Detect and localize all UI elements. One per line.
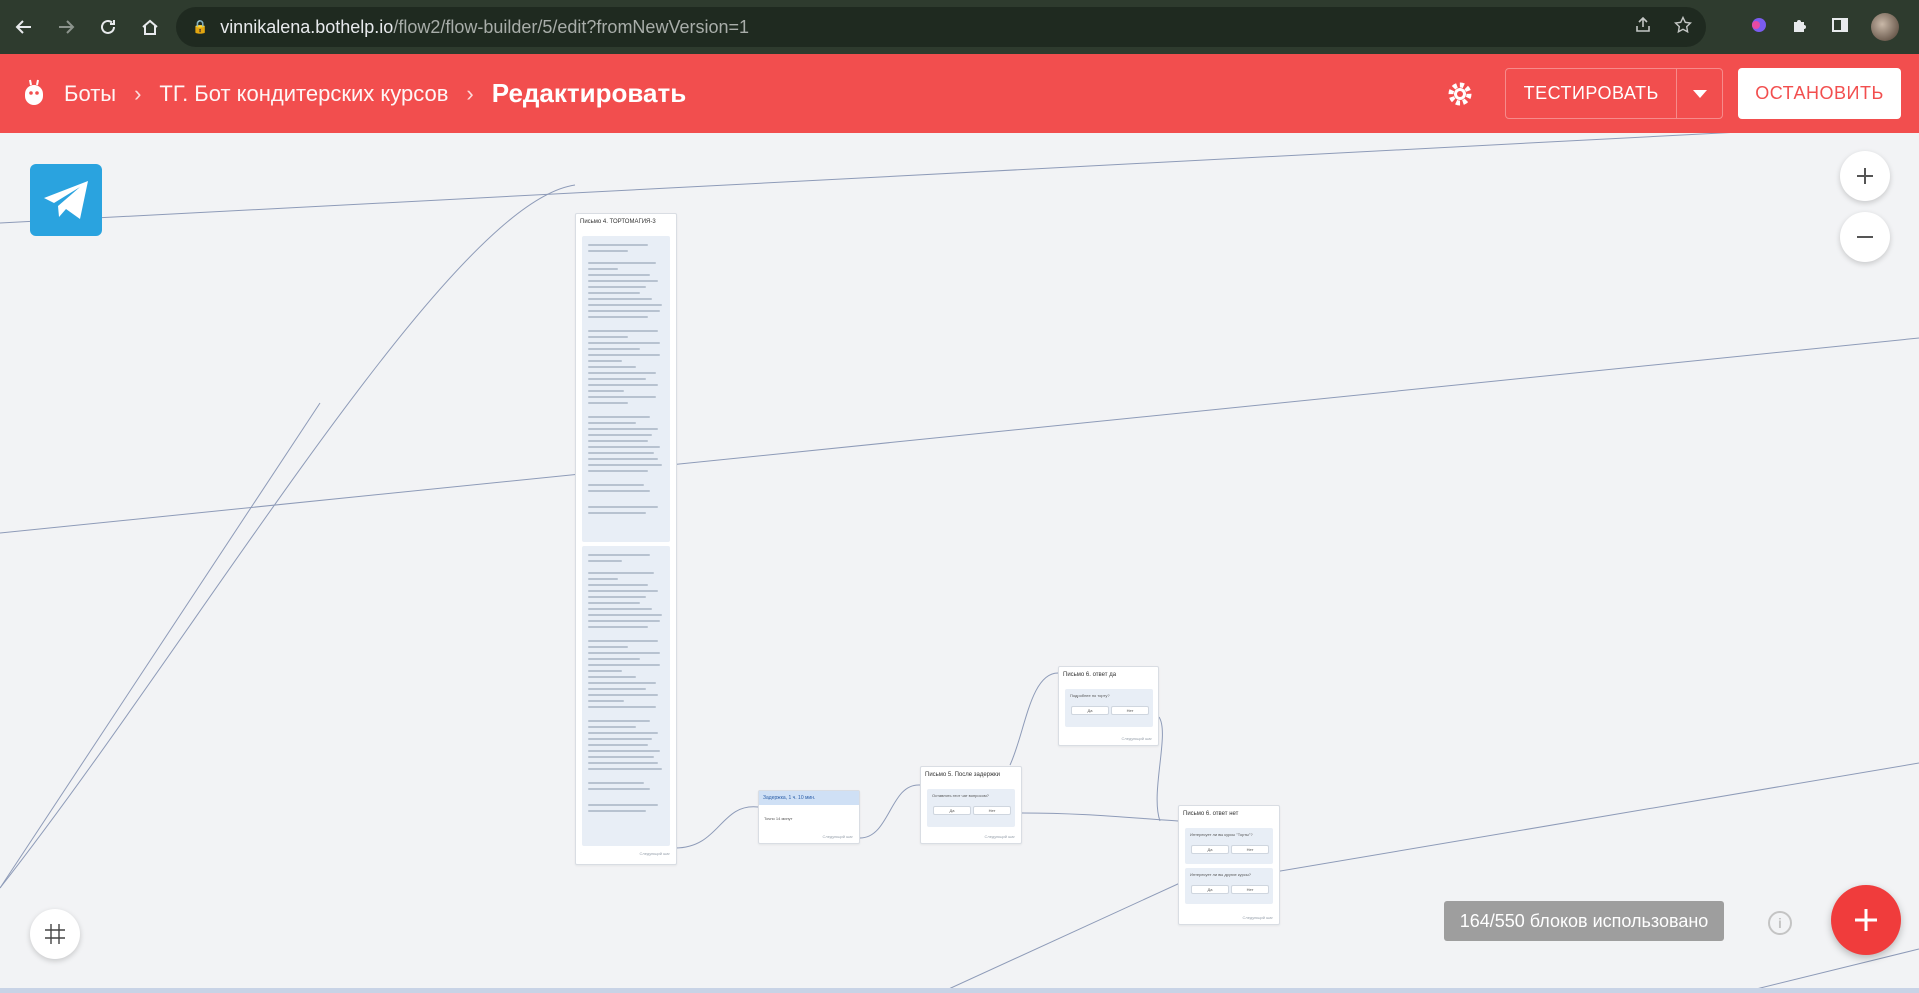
home-icon[interactable] — [132, 9, 168, 45]
no-button[interactable]: Нет — [1231, 885, 1269, 894]
horizontal-scrollbar[interactable] — [0, 988, 1919, 993]
question-text: Интересует ли вы курсы "Торты"? — [1190, 832, 1253, 837]
minus-icon — [1857, 236, 1873, 238]
blocks-usage-badge: 164/550 блоков использовано — [1444, 901, 1724, 941]
flow-node-letter-6-no[interactable]: Письмо 6. ответ нет Интересует ли вы кур… — [1178, 805, 1280, 925]
yes-button[interactable]: Да — [1071, 706, 1109, 715]
address-bar[interactable]: 🔒 vinnikalena.bothelp.io/flow2/flow-buil… — [176, 7, 1706, 47]
stop-button[interactable]: ОСТАНОВИТЬ — [1738, 68, 1901, 119]
message-block — [582, 236, 670, 542]
extension-icon[interactable] — [1749, 15, 1769, 40]
plus-icon — [1855, 909, 1877, 931]
node-title: Письмо 4. ТОРТОМАГИЯ-3 — [580, 219, 656, 225]
no-button[interactable]: Нет — [973, 806, 1011, 815]
url-host: vinnikalena.bothelp.io — [220, 16, 394, 37]
node-next-step[interactable]: Следующий шаг — [823, 834, 853, 839]
lock-icon: 🔒 — [192, 19, 209, 34]
plus-icon — [1857, 168, 1873, 184]
bot-icon[interactable] — [22, 78, 46, 108]
info-icon[interactable]: i — [1768, 911, 1792, 935]
chevron-down-icon[interactable] — [1676, 69, 1722, 118]
delay-body: Точно 14 минут — [764, 816, 793, 821]
question-text: Интересует ли вы другие курсы? — [1190, 872, 1251, 877]
crumb-bots[interactable]: Боты — [64, 81, 116, 107]
telegram-icon[interactable] — [30, 164, 102, 236]
profile-avatar[interactable] — [1871, 13, 1899, 41]
zoom-in-button[interactable] — [1840, 151, 1890, 201]
puzzle-icon[interactable] — [1791, 16, 1809, 39]
node-title: Письмо 5. После задержки — [925, 772, 1000, 778]
message-block — [582, 546, 670, 846]
star-icon[interactable] — [1673, 15, 1693, 39]
no-button[interactable]: Нет — [1111, 706, 1149, 715]
message-block: Подробнее по торту? Да Нет — [1065, 689, 1153, 727]
reload-icon[interactable] — [90, 9, 126, 45]
flow-node-letter-5[interactable]: Письмо 5. После задержки Оставлять этот … — [920, 766, 1022, 844]
app-header: Боты › ТГ. Бот кондитерских курсов › Ред… — [0, 54, 1919, 133]
node-next-step[interactable]: Следующий шаг — [985, 834, 1015, 839]
chevron-right-icon: › — [466, 80, 474, 106]
side-panel-icon[interactable] — [1831, 16, 1849, 39]
node-next-step[interactable]: Следующий шаг — [1243, 915, 1273, 920]
page-title: Редактировать — [491, 78, 687, 108]
forward-arrow-icon[interactable] — [48, 9, 84, 45]
breadcrumb: Боты › ТГ. Бот кондитерских курсов › Ред… — [64, 54, 686, 133]
crumb-bot-name[interactable]: ТГ. Бот кондитерских курсов — [159, 81, 448, 107]
flow-canvas[interactable]: Письмо 4. ТОРТОМАГИЯ-3 Следующий шаг Зад… — [0, 133, 1919, 993]
node-next-step[interactable]: Следующий шаг — [640, 851, 670, 856]
zoom-out-button[interactable] — [1840, 212, 1890, 262]
browser-toolbar: 🔒 vinnikalena.bothelp.io/flow2/flow-buil… — [0, 0, 1919, 54]
share-icon[interactable] — [1634, 16, 1652, 39]
back-arrow-icon[interactable] — [6, 9, 42, 45]
no-button[interactable]: Нет — [1231, 845, 1269, 854]
test-button-label: ТЕСТИРОВАТЬ — [1523, 83, 1659, 103]
delay-title: Задержка, 1 ч. 10 мин. — [759, 791, 859, 805]
grid-toggle-button[interactable] — [30, 909, 80, 959]
flow-node-letter-6-yes[interactable]: Письмо 6. ответ да Подробнее по торту? Д… — [1058, 666, 1159, 746]
node-next-step[interactable]: Следующий шаг — [1122, 736, 1152, 741]
message-block: Оставлять этот чат вопросом? Да Нет — [927, 789, 1015, 827]
node-title: Письмо 6. ответ нет — [1183, 811, 1239, 817]
url-path: /flow2/flow-builder/5/edit?fromNewVersio… — [393, 16, 750, 37]
test-button[interactable]: ТЕСТИРОВАТЬ — [1505, 68, 1723, 119]
connection-lines — [0, 133, 1919, 993]
chevron-right-icon: › — [134, 80, 142, 106]
flow-node-letter-4[interactable]: Письмо 4. ТОРТОМАГИЯ-3 Следующий шаг — [575, 213, 677, 865]
question-text: Оставлять этот чат вопросом? — [932, 793, 989, 798]
message-block: Интересует ли вы другие курсы? Да Нет — [1185, 868, 1273, 904]
question-text: Подробнее по торту? — [1070, 693, 1110, 698]
yes-button[interactable]: Да — [1191, 885, 1229, 894]
add-block-button[interactable] — [1831, 885, 1901, 955]
message-block: Интересует ли вы курсы "Торты"? Да Нет — [1185, 828, 1273, 864]
grid-icon — [45, 924, 65, 944]
gear-icon[interactable] — [1446, 80, 1474, 108]
yes-button[interactable]: Да — [1191, 845, 1229, 854]
flow-node-delay[interactable]: Задержка, 1 ч. 10 мин. Точно 14 минут Сл… — [758, 790, 860, 844]
yes-button[interactable]: Да — [933, 806, 971, 815]
node-title: Письмо 6. ответ да — [1063, 672, 1117, 678]
